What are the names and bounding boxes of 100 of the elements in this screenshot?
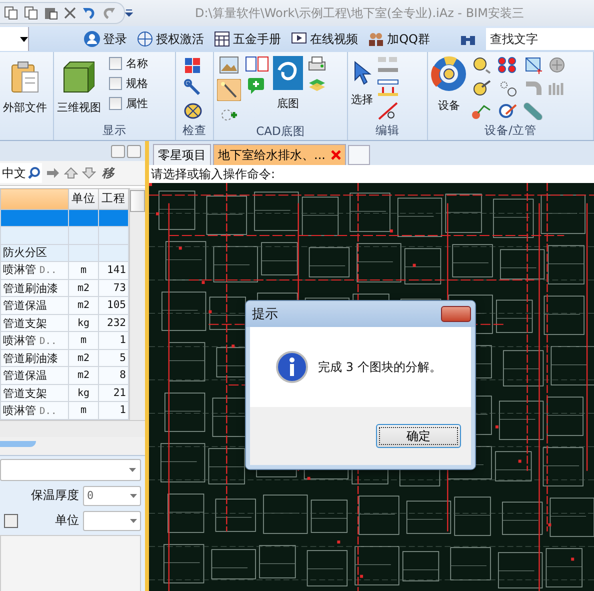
dropdown-arrow-icon[interactable]	[130, 494, 137, 498]
paste-icon[interactable]	[44, 6, 58, 20]
group-label: CAD底图	[256, 124, 305, 138]
align-down-icon[interactable]	[377, 56, 399, 74]
undo-icon[interactable]	[82, 6, 96, 20]
checkbox[interactable]	[109, 97, 122, 110]
dots-grid-icon[interactable]	[497, 56, 519, 74]
corner-icon[interactable]	[523, 56, 543, 74]
quantity-cell: 8	[120, 369, 126, 382]
close-icon[interactable]	[64, 7, 76, 19]
column-header[interactable]: 单位	[68, 188, 98, 210]
unit-cell: kg	[77, 318, 90, 329]
toolbar-link[interactable]: 在线视频	[310, 30, 358, 48]
dialog-message: 完成 3 个图块的分解。	[318, 358, 442, 376]
dropdown-field[interactable]	[83, 510, 141, 530]
move-button[interactable]: 移	[100, 164, 116, 182]
pipe-icon[interactable]	[523, 102, 543, 120]
numbers-icon[interactable]	[245, 56, 269, 72]
dropdown-field[interactable]	[0, 27, 29, 51]
item-name: 管道保温	[3, 369, 47, 382]
dropdown-arrow-icon[interactable]	[129, 468, 136, 472]
external-file-button[interactable]: 外部文件	[3, 56, 47, 116]
image-icon[interactable]	[219, 56, 239, 74]
search-field[interactable]: 查找文字	[486, 28, 594, 50]
toolbar-link[interactable]: 授权激活	[156, 30, 204, 48]
unit-cell: m2	[77, 300, 90, 312]
toolbar-link[interactable]: 登录	[103, 30, 128, 48]
close-button[interactable]	[127, 144, 141, 158]
people-icon[interactable]	[368, 31, 384, 47]
3d-view-button[interactable]: 三维视图	[57, 56, 101, 116]
column-header[interactable]: 工程	[98, 188, 128, 210]
device-button[interactable]: 设备	[431, 56, 467, 114]
printer-icon[interactable]	[307, 56, 327, 72]
globe-icon[interactable]	[137, 31, 154, 47]
cursor-icon[interactable]	[352, 60, 372, 86]
close-button[interactable]	[441, 306, 471, 322]
right-arrow-icon[interactable]	[46, 167, 60, 179]
base-map-button[interactable]: 底图	[273, 56, 303, 112]
item-name: 管道刷油漆	[3, 282, 58, 295]
color-grid-icon[interactable]	[185, 58, 201, 74]
video-icon[interactable]	[291, 32, 308, 46]
item-name: 管道保温	[3, 299, 47, 312]
layers-icon[interactable]	[307, 77, 327, 93]
checkbox-label: 属性	[126, 96, 148, 111]
quantity-cell: 1	[120, 334, 126, 346]
toolbar-link[interactable]: 五金手册	[233, 30, 282, 48]
scrollbar[interactable]	[0, 420, 145, 437]
tab[interactable]: 零星项目	[153, 144, 211, 165]
down-arrow-icon[interactable]	[82, 167, 96, 179]
table-row[interactable]	[0, 209, 128, 227]
node-link-icon[interactable]	[498, 79, 518, 97]
copy-icon[interactable]	[24, 6, 38, 20]
magic-wand-icon[interactable]	[217, 79, 241, 101]
unit-cell: m	[80, 264, 87, 276]
splitter-handle[interactable]	[0, 441, 36, 447]
calculator-icon[interactable]	[214, 31, 230, 47]
expand-button[interactable]	[4, 514, 18, 528]
ok-button[interactable]: 确定	[376, 424, 461, 448]
donut-icon[interactable]	[431, 56, 467, 92]
clipboard-icon[interactable]	[10, 60, 40, 94]
quantity-cell: 5	[120, 352, 126, 364]
search-field[interactable]: 中文	[0, 163, 42, 183]
wrench-icon[interactable]	[184, 79, 202, 97]
select-button[interactable]: 选择	[351, 56, 373, 108]
checkbox[interactable]	[109, 57, 122, 70]
group-label: 检查	[182, 123, 206, 137]
item-name: 喷淋管	[3, 404, 36, 417]
search-icon[interactable]	[28, 167, 40, 179]
quantity-cell: 1	[120, 404, 126, 416]
field-label: 单位	[55, 512, 79, 529]
cube-icon[interactable]	[62, 60, 96, 94]
command-prompt: 请选择或输入操作命令:	[151, 166, 276, 182]
branch-icon[interactable]	[471, 102, 493, 120]
dropdown-arrow-icon[interactable]	[130, 518, 137, 522]
close-icon[interactable]	[331, 150, 342, 160]
redo-icon[interactable]	[102, 6, 116, 20]
spec-text: D..	[40, 336, 57, 347]
swirl-icon[interactable]	[273, 56, 303, 90]
quantity-cell: 105	[107, 299, 126, 312]
item-name: 管道支架	[3, 386, 47, 400]
dropdown-field[interactable]	[0, 459, 141, 481]
scrollbar[interactable]	[129, 188, 145, 420]
add-comment-icon[interactable]	[247, 77, 267, 95]
spec-text: D..	[40, 406, 57, 417]
user-icon[interactable]	[84, 31, 100, 47]
copy-icon[interactable]	[4, 6, 18, 20]
customize-menu-icon[interactable]	[125, 9, 133, 17]
cut-line-icon[interactable]	[377, 102, 399, 120]
dropdown-arrow-icon	[20, 36, 28, 42]
checkbox[interactable]	[109, 77, 122, 90]
window-title: D:\算量软件\Work\示例工程\地下室(全专业).iAz - BIM安装三	[195, 4, 524, 22]
dropdown-field[interactable]: 0	[83, 486, 141, 506]
up-arrow-icon[interactable]	[64, 167, 78, 179]
align-up-icon[interactable]	[377, 79, 399, 97]
pin-button[interactable]	[111, 144, 125, 158]
unit-cell: m2	[77, 352, 90, 364]
tab[interactable]: 地下室给水排水、...	[213, 144, 346, 165]
toolbar-link[interactable]: 加QQ群	[387, 30, 430, 48]
unit-cell: m2	[77, 370, 90, 382]
cylinder-icon[interactable]	[183, 102, 203, 120]
